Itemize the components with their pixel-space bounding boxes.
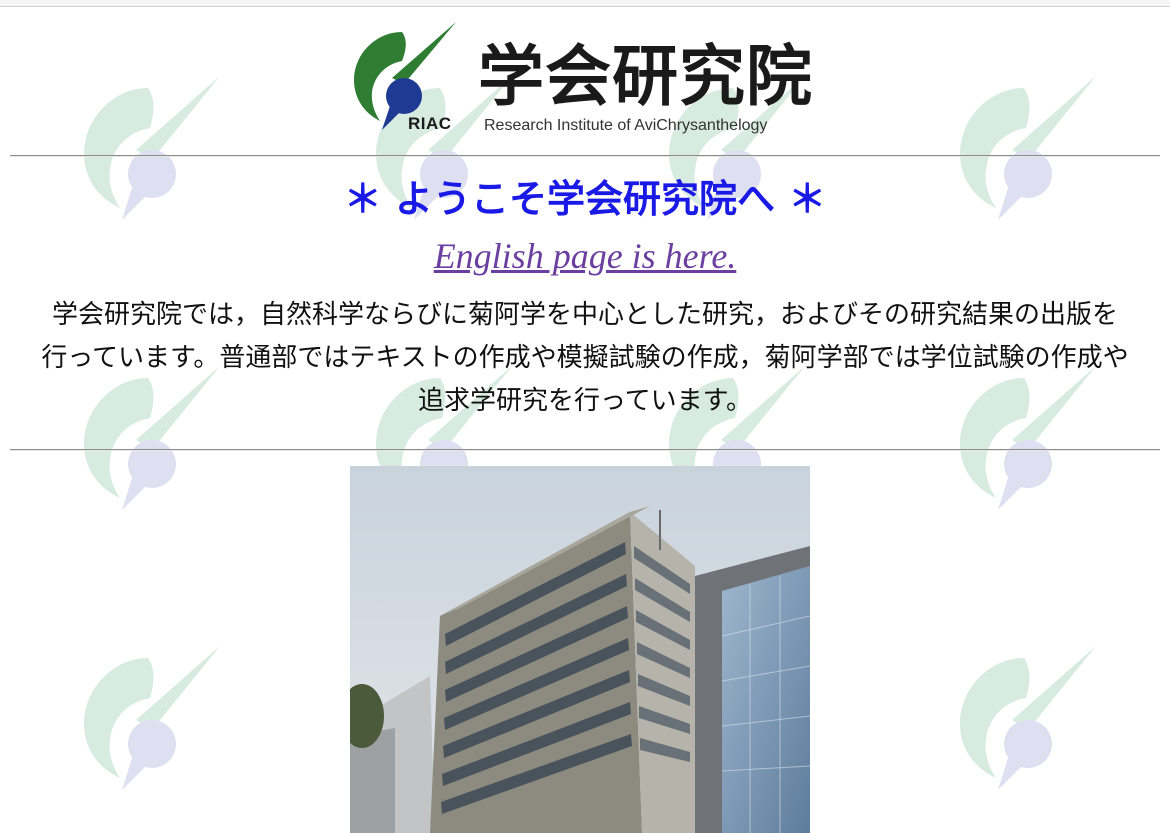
english-link-container: English page is here. bbox=[0, 232, 1170, 287]
intro-paragraph: 学会研究院では，自然科学ならびに菊阿学を中心とした研究，およびその研究結果の出版… bbox=[41, 300, 1129, 416]
english-page-link[interactable]: English page is here. bbox=[434, 236, 737, 276]
divider-bottom bbox=[10, 449, 1160, 451]
divider-top bbox=[10, 155, 1160, 157]
logo-abbreviation: RIAC bbox=[408, 114, 452, 133]
site-logo[interactable]: 学会研究院 RIAC Research Institute of AviChry… bbox=[344, 18, 834, 140]
logo-title: 学会研究院 bbox=[478, 38, 813, 115]
welcome-heading: ＊ ようこそ学会研究院へ ＊ bbox=[343, 176, 827, 221]
logo-subtitle: Research Institute of AviChrysanthelogy bbox=[484, 117, 768, 134]
building-photo bbox=[350, 466, 810, 833]
